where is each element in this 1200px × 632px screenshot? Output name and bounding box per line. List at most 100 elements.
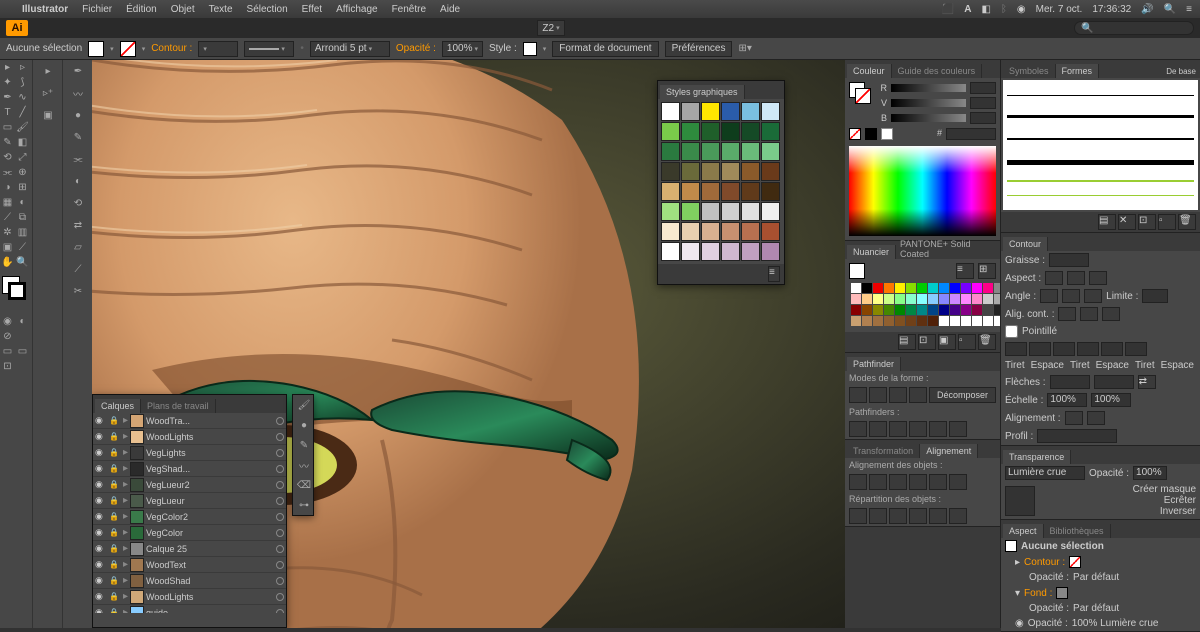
arrow-end[interactable] (1094, 375, 1134, 389)
weight-field[interactable] (1049, 253, 1089, 267)
graphic-style-swatch[interactable] (701, 122, 720, 141)
graphic-style-swatch[interactable] (701, 242, 720, 261)
color-swatch[interactable] (884, 316, 894, 326)
dist-left-button[interactable] (909, 508, 927, 524)
transparency-tab[interactable]: Transparence (1003, 450, 1071, 464)
color-swatch[interactable] (906, 305, 916, 315)
new-group-icon[interactable]: ▣ (938, 334, 956, 350)
swatches-tab[interactable]: Nuancier (847, 245, 896, 259)
lock-toggle[interactable]: 🔒 (109, 608, 121, 613)
styles-menu-icon[interactable]: ≡ (768, 266, 780, 282)
graphic-style-swatch[interactable] (701, 182, 720, 201)
color-swatch[interactable] (939, 316, 949, 326)
color-swatch[interactable] (895, 283, 905, 293)
dash1[interactable] (1005, 342, 1027, 356)
target-icon[interactable] (276, 593, 284, 601)
color-mode-icon[interactable]: ◉ (0, 314, 15, 329)
color-swatch[interactable] (862, 305, 872, 315)
cap-square[interactable] (1089, 271, 1107, 285)
color-swatch[interactable] (895, 294, 905, 304)
lock-toggle[interactable]: 🔒 (109, 560, 121, 569)
graphic-style-swatch[interactable] (681, 182, 700, 201)
graph-tool[interactable]: ▥ (15, 225, 30, 240)
graphic-styles-tab[interactable]: Styles graphiques (660, 85, 745, 99)
color-swatch[interactable] (950, 283, 960, 293)
fill-swatch[interactable] (88, 41, 104, 57)
visibility-toggle[interactable]: ◉ (95, 543, 107, 554)
intersect-button[interactable] (889, 387, 907, 403)
menu-edition[interactable]: Édition (126, 4, 157, 15)
graphic-style-swatch[interactable] (741, 182, 760, 201)
v-slider[interactable] (891, 99, 966, 107)
lock-toggle[interactable]: 🔒 (109, 416, 121, 425)
pencil-tool[interactable]: ✎ (0, 135, 15, 150)
color-swatch[interactable] (961, 316, 971, 326)
b-slider[interactable] (891, 114, 966, 122)
menu-affichage[interactable]: Affichage (336, 4, 378, 15)
graphic-style-swatch[interactable] (661, 182, 680, 201)
graphic-style-swatch[interactable] (721, 242, 740, 261)
brush-lib-icon[interactable]: ▤ (1098, 214, 1116, 230)
graphic-style-swatch[interactable] (721, 142, 740, 161)
menubar-date[interactable]: Mer. 7 oct. (1036, 4, 1083, 15)
target-icon[interactable] (276, 497, 284, 505)
arrow-align-2[interactable] (1087, 411, 1105, 425)
color-swatch[interactable] (851, 283, 861, 293)
dropbox-icon[interactable]: ◧ (981, 4, 990, 15)
hex-field[interactable] (946, 128, 996, 140)
graphic-style-swatch[interactable] (761, 102, 780, 121)
blob-tearoff[interactable]: ● (293, 415, 315, 435)
target-icon[interactable] (276, 545, 284, 553)
layer-row[interactable]: ◉ 🔒 ▸ WoodTra... (93, 413, 286, 429)
dist-bottom-button[interactable] (889, 508, 907, 524)
visibility-toggle[interactable]: ◉ (95, 495, 107, 506)
lock-toggle[interactable]: 🔒 (109, 480, 121, 489)
appearance-fill-swatch[interactable] (1056, 587, 1068, 599)
color-swatch[interactable] (895, 305, 905, 315)
v-field[interactable] (970, 97, 996, 109)
arrow-start[interactable] (1050, 375, 1090, 389)
volume-icon[interactable]: 🔊 (1141, 4, 1153, 15)
align-bottom-button[interactable] (949, 474, 967, 490)
appearance-fill-opacity-label[interactable]: Opacité : (1029, 603, 1069, 614)
none-mode-icon[interactable]: ⊘ (0, 329, 15, 344)
swatch-grid-view-icon[interactable]: ⊞ (978, 263, 996, 279)
lock-toggle[interactable]: 🔒 (109, 512, 121, 521)
screen-mode-icon[interactable]: ⊡ (0, 359, 15, 374)
color-swatch[interactable] (917, 305, 927, 315)
target-icon[interactable] (276, 561, 284, 569)
gap1[interactable] (1029, 342, 1051, 356)
hand-tool[interactable]: ✋ (0, 255, 15, 270)
bluetooth-icon[interactable]: ᛒ (1001, 4, 1007, 15)
color-swatch[interactable] (983, 283, 993, 293)
pathfinder-tab[interactable]: Pathfinder (847, 357, 901, 371)
graphic-style-swatch[interactable] (761, 242, 780, 261)
arrow-scale-start[interactable]: 100% (1047, 393, 1087, 407)
scissors-tool[interactable]: ✂ (63, 280, 93, 302)
graphic-style-swatch[interactable] (721, 182, 740, 201)
fill-stroke-control[interactable] (0, 274, 32, 296)
color-swatch[interactable] (939, 305, 949, 315)
target-icon[interactable] (276, 433, 284, 441)
b-field[interactable] (970, 112, 996, 124)
unite-button[interactable] (849, 387, 867, 403)
outline-button[interactable] (929, 421, 947, 437)
graphic-style-swatch[interactable] (661, 142, 680, 161)
color-swatch[interactable] (895, 316, 905, 326)
cc-icon[interactable]: ⬛ (942, 4, 954, 15)
visibility-toggle[interactable]: ◉ (95, 431, 107, 442)
align-hcenter-button[interactable] (869, 474, 887, 490)
lock-toggle[interactable]: 🔒 (109, 544, 121, 553)
color-guide-tab[interactable]: Guide des couleurs (892, 64, 983, 78)
graphic-style-swatch[interactable] (681, 122, 700, 141)
corner-round[interactable] (1062, 289, 1080, 303)
visibility-toggle[interactable]: ◉ (95, 575, 107, 586)
canvas[interactable]: Styles graphiques ≡ Calques Plans de tra… (92, 60, 845, 628)
graphic-style-swatch[interactable] (701, 162, 720, 181)
none-colorropper[interactable] (849, 128, 861, 140)
preferences-button[interactable]: Préférences (665, 41, 733, 57)
target-icon[interactable] (276, 513, 284, 521)
perspective-tool[interactable]: ⊞ (15, 180, 30, 195)
opacity-field[interactable]: 100%▾ (442, 41, 483, 57)
color-swatch[interactable] (917, 294, 927, 304)
